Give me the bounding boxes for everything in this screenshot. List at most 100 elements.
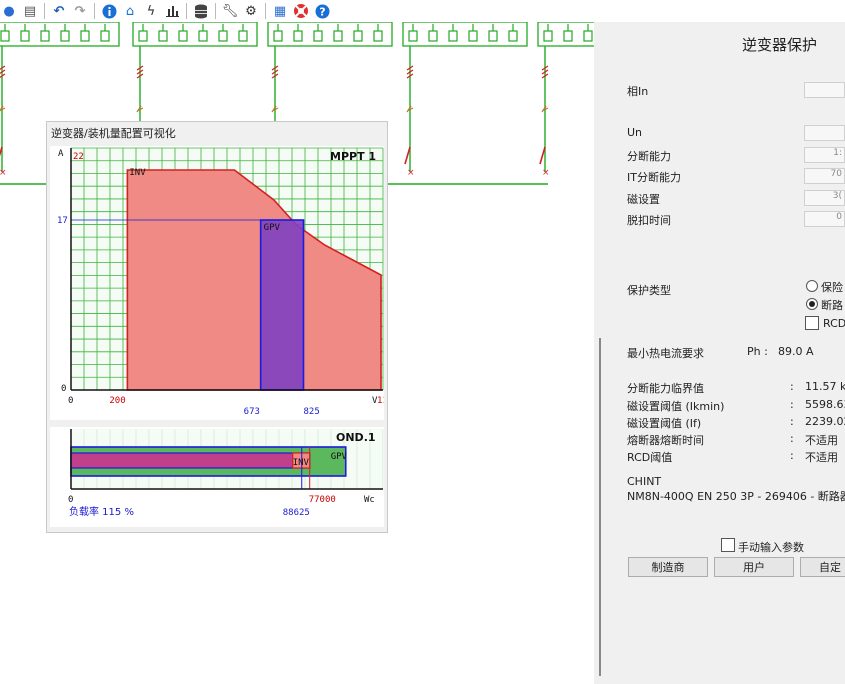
pv-module <box>313 30 323 42</box>
cable-marker <box>0 65 6 79</box>
pv-module <box>508 30 518 42</box>
pv-module <box>373 30 383 42</box>
lifebuoy-icon[interactable] <box>292 2 310 20</box>
threshold-value: 不适用 <box>805 434 838 447</box>
cable-marker <box>136 65 144 79</box>
save-icon[interactable]: ● <box>0 2 18 20</box>
export-icon[interactable]: ▤ <box>21 2 39 20</box>
threshold-colon: : <box>790 432 794 445</box>
switch-icon <box>539 146 546 165</box>
pv-module <box>408 30 418 42</box>
pv-module <box>448 30 458 42</box>
threshold-label: 磁设置阈值 (If) <box>627 417 702 430</box>
ond-chart: OND.1 INV GPV 0 77000 88625 Wc 负载率 115 % <box>50 427 384 527</box>
string-frame <box>402 22 528 47</box>
x-axis-label: Wc <box>364 495 375 505</box>
y-tick-label: 17 <box>57 216 68 226</box>
panel-title: 逆变器/装机量配置可视化 <box>51 127 176 140</box>
help-icon[interactable]: ? <box>313 2 331 20</box>
gear-icon[interactable]: ⚙ <box>242 2 260 20</box>
magnetic-setting-field[interactable]: 3( <box>804 190 845 206</box>
report-icon[interactable]: ▦ <box>271 2 289 20</box>
un-field[interactable] <box>804 125 845 141</box>
bar-chart-icon[interactable] <box>163 2 181 20</box>
vertical-divider <box>599 338 601 676</box>
x-tick-label: 1100 <box>377 396 384 406</box>
user-button[interactable]: 用户 <box>714 557 794 577</box>
manual-input-label: 手动输入参数 <box>738 541 804 554</box>
breaking-capacity-field[interactable]: 1: <box>804 147 845 163</box>
threshold-colon: : <box>790 415 794 428</box>
pv-module <box>158 30 168 42</box>
min-thermal-phase: Ph : <box>747 345 768 358</box>
protection-type-label: 保护类型 <box>627 284 671 297</box>
pv-module <box>138 30 148 42</box>
pv-module <box>273 30 283 42</box>
in-field[interactable] <box>804 82 845 98</box>
inv-label: INV <box>129 168 146 178</box>
threshold-label: RCD阈值 <box>627 451 673 464</box>
pv-module <box>238 30 248 42</box>
rcd-checkbox[interactable] <box>805 316 819 330</box>
info-icon[interactable] <box>100 2 118 20</box>
cable-marker <box>541 65 549 79</box>
protection-panel: 逆变器保护 相In Un 分断能力 1: IT分断能力 70 磁设置 3( 脱扣… <box>594 22 845 684</box>
pv-module <box>293 30 303 42</box>
manufacturer-button[interactable]: 制造商 <box>628 557 708 577</box>
pv-module <box>563 30 573 42</box>
threshold-colon: : <box>790 380 794 393</box>
threshold-value: 5598.63 <box>805 398 845 411</box>
pv-module <box>198 30 208 42</box>
undo-icon[interactable]: ↶ <box>50 2 68 20</box>
threshold-colon: : <box>790 449 794 462</box>
trip-time-field[interactable]: 0 <box>804 211 845 227</box>
x-tick-label: 825 <box>304 407 320 417</box>
threshold-label: 磁设置阈值 (Ikmin) <box>627 400 725 413</box>
string-frame <box>267 22 393 47</box>
manufacturer-name: CHINT <box>627 475 662 488</box>
chart-title: MPPT 1 <box>330 150 376 163</box>
toolbar-separator <box>94 3 95 19</box>
toolbar-separator <box>215 3 216 19</box>
breaker-x-icon: × <box>407 168 415 178</box>
pv-module <box>60 30 70 42</box>
breaking-capacity-label: 分断能力 <box>627 150 671 163</box>
threshold-label: 分断能力临界值 <box>627 382 704 395</box>
load-rate-label: 负载率 115 % <box>69 505 134 518</box>
trip-time-label: 脱扣时间 <box>627 214 671 227</box>
lightning-icon[interactable]: ϟ <box>142 2 160 20</box>
fuse-radio[interactable] <box>806 280 818 292</box>
pv-module <box>40 30 50 42</box>
x-tick-label: 673 <box>244 407 260 417</box>
gpv-area <box>259 219 305 391</box>
toolbar-separator <box>186 3 187 19</box>
custom-button[interactable]: 自定 <box>800 557 845 577</box>
redo-icon[interactable]: ↷ <box>71 2 89 20</box>
pv-module <box>543 30 553 42</box>
chart-title: OND.1 <box>336 431 376 444</box>
home-icon[interactable]: ⌂ <box>121 2 139 20</box>
it-breaking-capacity-field[interactable]: 70 <box>804 168 845 184</box>
product-description: NM8N-400Q EN 250 3P - 269406 - 断路器 NM <box>627 490 845 503</box>
breaker-x-icon: × <box>542 168 550 178</box>
protection-title: 逆变器保护 <box>742 36 818 54</box>
pv-module <box>100 30 110 42</box>
pv-module <box>0 30 10 42</box>
breaker-radio[interactable] <box>806 298 818 310</box>
database-icon[interactable] <box>192 2 210 20</box>
manual-input-checkbox[interactable] <box>721 538 735 552</box>
breaker-x-icon: × <box>0 168 7 178</box>
pv-module <box>428 30 438 42</box>
rcd-checkbox-label: RCD <box>823 317 845 330</box>
pv-module <box>178 30 188 42</box>
wrench-icon[interactable]: 🔧︎ <box>221 2 239 20</box>
x-axis-label: V <box>372 396 378 406</box>
min-thermal-current-label: 最小热电流要求 <box>627 347 704 360</box>
threshold-value: 2239.02 <box>805 415 845 428</box>
gpv-label: GPV <box>264 223 281 233</box>
pv-module <box>353 30 363 42</box>
pv-module <box>468 30 478 42</box>
threshold-value: 11.57 kA <box>805 380 845 393</box>
y-tick-label: 22 <box>73 152 84 162</box>
mppt-chart: A 22 17 00 200 673 825 1100V MPPT 1 INV GPV <box>50 146 384 420</box>
